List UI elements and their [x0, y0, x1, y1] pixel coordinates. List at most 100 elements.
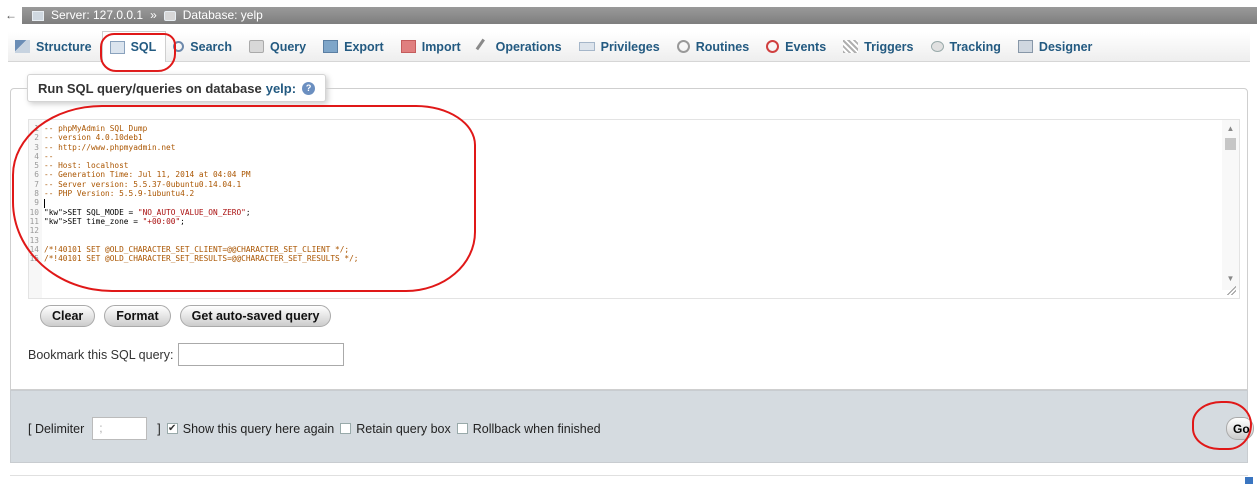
code-line[interactable]: 15 /*!40101 SET @OLD_CHARACTER_SET_RESULT… — [29, 254, 1219, 263]
code-line[interactable]: 3 -- http://www.phpmyadmin.net — [29, 143, 1219, 152]
line-text: -- — [44, 151, 54, 161]
line-number: 15 — [29, 254, 39, 264]
bookmark-input[interactable] — [178, 343, 345, 366]
triggers-icon — [843, 40, 859, 53]
scroll-thumb[interactable] — [1225, 138, 1236, 150]
code-line[interactable]: 7 -- Server version: 5.5.37-0ubuntu0.14.0… — [29, 180, 1219, 189]
tab-query[interactable]: Query — [242, 32, 316, 62]
line-number: 4 — [34, 151, 39, 161]
line-number: 8 — [34, 189, 39, 199]
editor-scrollbar[interactable]: ▲ ▼ — [1222, 120, 1239, 290]
rollback-checkbox[interactable] — [456, 423, 468, 434]
line-number: 13 — [29, 235, 39, 245]
sql-icon — [109, 40, 125, 54]
line-text: "kw">SET time_zone = "+00:00"; — [44, 216, 185, 226]
search-icon — [173, 41, 185, 52]
tab-triggers[interactable]: Triggers — [836, 32, 923, 62]
tab-privileges[interactable]: Privileges — [572, 32, 670, 62]
clear-button[interactable]: Clear — [40, 305, 96, 327]
line-text: -- version 4.0.10deb1 — [44, 133, 143, 143]
tab-search[interactable]: Search — [166, 32, 242, 62]
breadcrumb-database[interactable]: Database: yelp — [183, 7, 263, 24]
show-query-checkbox[interactable]: ✔ — [166, 423, 178, 434]
text-cursor — [44, 198, 45, 208]
code-line[interactable]: 12 — [29, 226, 1219, 235]
top-bar: ← Server: 127.0.0.1 » Database: yelp — [0, 0, 1257, 32]
tab-events[interactable]: Events — [759, 32, 836, 62]
operations-icon — [475, 38, 492, 55]
code-line[interactable]: 2 -- version 4.0.10deb1 — [29, 133, 1219, 142]
tab-label: Export — [344, 39, 384, 54]
line-number: 10 — [29, 207, 39, 217]
line-number: 1 — [34, 124, 39, 133]
back-arrow-icon[interactable]: ← — [4, 8, 18, 22]
line-number: 9 — [34, 198, 39, 208]
code-lines[interactable]: 1 -- phpMyAdmin SQL Dump 2 -- version 4.0.1… — [29, 124, 1219, 263]
export-icon — [323, 40, 339, 53]
line-text: "kw">SET SQL_MODE = "NO_AUTO_VALUE_ON_ZE… — [44, 207, 251, 217]
divider — [10, 475, 1248, 476]
line-number: 2 — [34, 133, 39, 143]
fieldset-legend: Run SQL query/queries on database yelp: … — [27, 74, 327, 102]
go-button[interactable]: Go — [1226, 417, 1254, 440]
format-button[interactable]: Format — [104, 305, 171, 327]
tab-label: Routines — [695, 39, 750, 54]
code-line[interactable]: 6 -- Generation Time: Jul 11, 2014 at 04:… — [29, 170, 1219, 179]
tab-label: Events — [785, 39, 827, 54]
show-query-label[interactable]: Show this query here again — [183, 422, 334, 436]
code-line[interactable]: 4 -- — [29, 152, 1219, 161]
delimiter-label: [ Delimiter — [28, 421, 85, 436]
rollback-label[interactable]: Rollback when finished — [473, 422, 601, 436]
scroll-down-icon[interactable]: ▼ — [1225, 274, 1236, 284]
structure-icon — [15, 40, 30, 53]
tab-tracking[interactable]: Tracking — [924, 32, 1011, 62]
editor-buttons: Clear Format Get auto-saved query — [40, 305, 332, 327]
database-icon — [163, 10, 176, 21]
tab-structure[interactable]: Structure — [8, 32, 102, 62]
breadcrumb-server[interactable]: Server: 127.0.0.1 — [51, 7, 143, 24]
line-text: -- PHP Version: 5.5.9-1ubuntu4.2 — [44, 189, 195, 199]
tab-bar: Structure SQL Search Query Export Import Opera… — [8, 31, 1250, 62]
legend-text: Run SQL query/queries on database — [38, 80, 262, 96]
line-number: 12 — [29, 226, 39, 236]
console-icon[interactable] — [1245, 477, 1253, 484]
tab-label: Designer — [1038, 39, 1093, 54]
tab-operations[interactable]: Operations — [471, 32, 572, 62]
server-icon — [32, 10, 44, 21]
tab-designer[interactable]: Designer — [1011, 32, 1103, 62]
tab-label: SQL — [130, 40, 157, 54]
get-autosaved-query-button[interactable]: Get auto-saved query — [179, 305, 332, 327]
code-line[interactable]: 5 -- Host: localhost — [29, 161, 1219, 170]
code-line[interactable]: 13 — [29, 236, 1219, 245]
help-icon[interactable]: ? — [302, 81, 316, 95]
code-line[interactable]: 9 — [29, 198, 1219, 208]
retain-query-label[interactable]: Retain query box — [356, 422, 451, 436]
scroll-up-icon[interactable]: ▲ — [1225, 124, 1236, 134]
line-number: 11 — [29, 216, 39, 226]
line-number: 5 — [34, 161, 39, 171]
sql-editor[interactable]: 1 -- phpMyAdmin SQL Dump 2 -- version 4.0.1… — [28, 119, 1240, 299]
code-line[interactable]: 10 "kw">SET SQL_MODE = "NO_AUTO_VALUE_ON_… — [29, 208, 1219, 217]
tab-export[interactable]: Export — [316, 32, 394, 62]
tracking-icon — [930, 41, 944, 52]
code-line[interactable]: 8 -- PHP Version: 5.5.9-1ubuntu4.2 — [29, 189, 1219, 198]
line-text: -- http://www.phpmyadmin.net — [44, 142, 176, 152]
tab-import[interactable]: Import — [394, 32, 471, 62]
tab-sql[interactable]: SQL — [101, 31, 167, 62]
tab-label: Query — [269, 39, 307, 54]
code-line[interactable]: 11 "kw">SET time_zone = "+00:00"; — [29, 217, 1219, 226]
tab-label: Tracking — [949, 39, 1001, 54]
tab-routines[interactable]: Routines — [670, 32, 759, 62]
retain-query-checkbox[interactable] — [340, 423, 352, 434]
line-number: 14 — [29, 244, 39, 254]
import-icon — [400, 40, 416, 53]
line-text: -- Host: localhost — [44, 161, 129, 171]
line-text: /*!40101 SET @OLD_CHARACTER_SET_CLIENT=@… — [44, 244, 350, 254]
code-line[interactable]: 1 -- phpMyAdmin SQL Dump — [29, 124, 1219, 133]
code-line[interactable]: 14 /*!40101 SET @OLD_CHARACTER_SET_CLIENT… — [29, 245, 1219, 254]
legend-database-link[interactable]: yelp: — [266, 81, 296, 96]
delimiter-input[interactable]: ; — [92, 417, 148, 440]
tab-label: Import — [421, 39, 461, 54]
designer-icon — [1017, 40, 1033, 53]
resize-grip-icon[interactable] — [1226, 285, 1236, 295]
